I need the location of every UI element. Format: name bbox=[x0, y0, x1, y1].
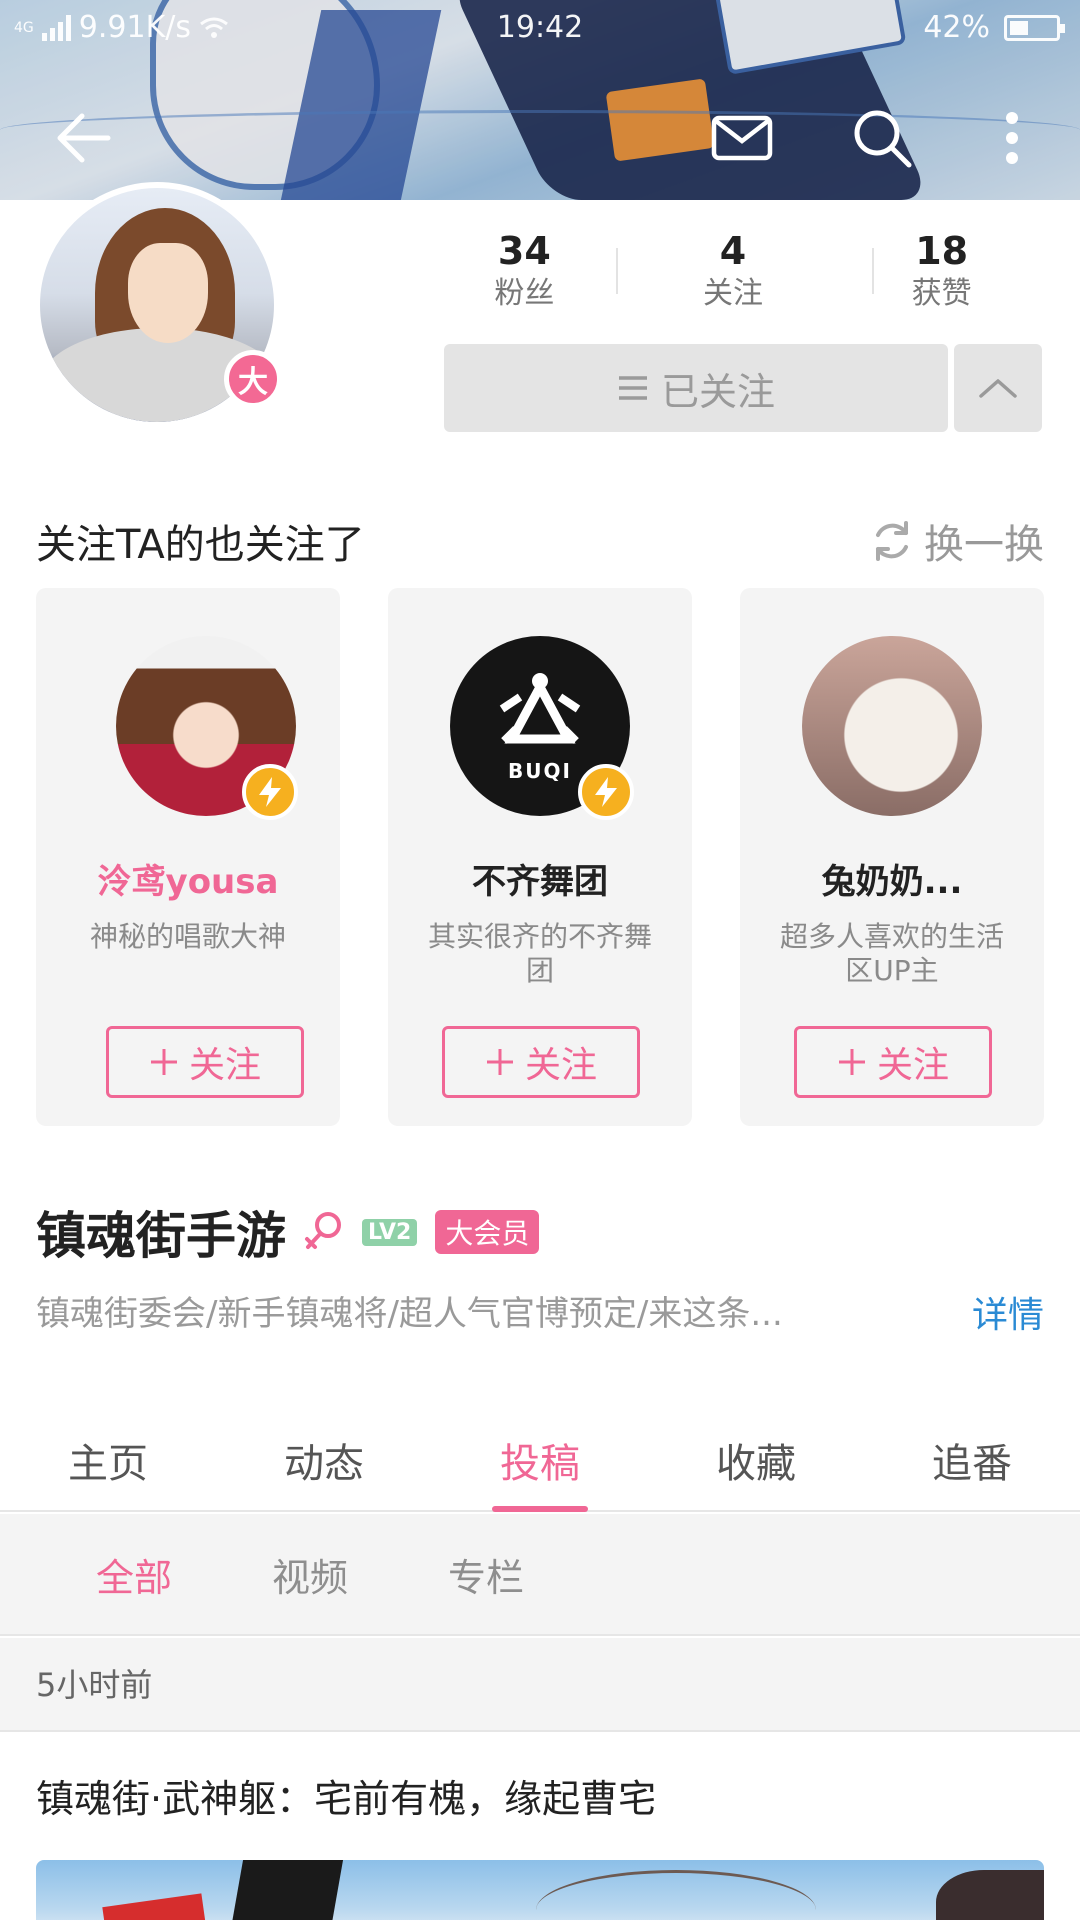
more-vertical-icon bbox=[1006, 112, 1018, 164]
stat-fans[interactable]: 34 粉丝 bbox=[420, 228, 629, 324]
profile-tabs: 主页 动态 投稿 收藏 追番 bbox=[0, 1416, 1080, 1512]
plus-icon bbox=[838, 1049, 865, 1075]
vip-avatar-badge: 大 bbox=[224, 350, 282, 408]
battery-percent: 42% bbox=[923, 10, 990, 45]
profile-avatar[interactable]: 大 bbox=[34, 182, 282, 428]
stat-likes[interactable]: 18 获赞 bbox=[837, 228, 1046, 324]
recommend-avatar[interactable] bbox=[802, 636, 982, 816]
tab-bangumi[interactable]: 追番 bbox=[864, 1416, 1080, 1510]
follow-add-label: 关注 bbox=[876, 1045, 949, 1086]
recommend-desc: 其实很齐的不齐舞团 bbox=[428, 920, 653, 987]
recommend-card[interactable]: BUQI 不齐舞团 其实很齐的不齐舞团 关注 bbox=[388, 588, 692, 1126]
recommend-card[interactable]: 兔奶奶... 超多人喜欢的生活区UP主 关注 bbox=[740, 588, 1044, 1126]
stat-label: 粉丝 bbox=[494, 276, 555, 311]
follow-add-button[interactable]: 关注 bbox=[442, 1026, 640, 1098]
status-bar: 4G 9.91K/s 19:42 42% bbox=[0, 0, 1080, 56]
channel-name-row: 镇魂街手游 LV2 大会员 bbox=[36, 1196, 540, 1268]
profile-stats: 34 粉丝 4 关注 18 获赞 bbox=[420, 228, 1046, 324]
buqi-logo-icon bbox=[499, 673, 581, 744]
followed-button[interactable]: 已关注 bbox=[444, 344, 948, 432]
post-title[interactable]: 镇魂街·武神躯：宅前有槐，缘起曹宅 bbox=[36, 1768, 656, 1823]
battery-icon bbox=[1004, 14, 1065, 41]
refresh-label: 换一换 bbox=[924, 522, 1044, 568]
submission-filter: 全部 视频 专栏 bbox=[0, 1514, 1080, 1636]
recommend-cards: 泠鸢yousa 神秘的唱歌大神 关注 BUQI 不齐舞团 其实很齐的不齐舞团 关… bbox=[36, 588, 1044, 1126]
verified-bolt-icon bbox=[578, 764, 634, 820]
plus-icon bbox=[150, 1049, 177, 1075]
post-time: 5小时前 bbox=[0, 1638, 1080, 1732]
collapse-recommend-button[interactable] bbox=[954, 344, 1042, 432]
tab-submissions[interactable]: 投稿 bbox=[432, 1416, 648, 1512]
mail-icon bbox=[711, 115, 773, 161]
level-badge: LV2 bbox=[362, 1218, 418, 1246]
message-button[interactable] bbox=[700, 96, 784, 180]
stat-label: 关注 bbox=[703, 276, 763, 311]
follow-add-button[interactable]: 关注 bbox=[106, 1026, 304, 1098]
recommend-desc: 超多人喜欢的生活区UP主 bbox=[780, 920, 1005, 987]
back-arrow-icon bbox=[57, 113, 111, 163]
back-button[interactable] bbox=[42, 96, 126, 180]
follow-add-label: 关注 bbox=[188, 1045, 261, 1086]
channel-bio: 镇魂街委会/新手镇魂将/超人气官博预定/来这条... bbox=[36, 1294, 783, 1334]
subtab-all[interactable]: 全部 bbox=[96, 1547, 172, 1602]
stat-label: 获赞 bbox=[911, 276, 972, 311]
follow-add-label: 关注 bbox=[524, 1045, 597, 1086]
stat-following[interactable]: 4 关注 bbox=[629, 228, 838, 324]
recommend-title: 关注TA的也关注了 bbox=[36, 522, 365, 568]
verified-bolt-icon bbox=[242, 764, 298, 820]
recommend-desc: 神秘的唱歌大神 bbox=[89, 920, 286, 953]
vip-badge: 大会员 bbox=[435, 1210, 540, 1254]
follow-add-button[interactable]: 关注 bbox=[794, 1026, 992, 1098]
top-nav bbox=[0, 96, 1080, 180]
chevron-up-icon bbox=[979, 379, 1017, 398]
post-thumbnail[interactable] bbox=[36, 1860, 1044, 1920]
followed-button-label: 已关注 bbox=[660, 369, 775, 414]
plus-icon bbox=[486, 1049, 513, 1075]
stat-value: 34 bbox=[497, 229, 551, 273]
menu-lines-icon bbox=[618, 376, 647, 400]
recommend-card[interactable]: 泠鸢yousa 神秘的唱歌大神 关注 bbox=[36, 588, 340, 1126]
stat-divider bbox=[872, 248, 874, 294]
recommend-name[interactable]: 泠鸢yousa bbox=[36, 854, 340, 903]
tab-dynamic[interactable]: 动态 bbox=[216, 1416, 432, 1510]
stat-divider bbox=[616, 248, 618, 294]
subtab-video[interactable]: 视频 bbox=[272, 1547, 348, 1602]
stat-value: 18 bbox=[915, 229, 969, 273]
female-gender-icon bbox=[305, 1212, 341, 1249]
stat-value: 4 bbox=[719, 229, 747, 273]
refresh-icon bbox=[876, 521, 908, 561]
search-button[interactable] bbox=[840, 96, 924, 180]
more-button[interactable] bbox=[970, 96, 1054, 180]
subtab-column[interactable]: 专栏 bbox=[448, 1547, 524, 1602]
recommend-name[interactable]: 不齐舞团 bbox=[388, 854, 692, 903]
detail-link[interactable]: 详情 bbox=[972, 1286, 1044, 1338]
tab-favorites[interactable]: 收藏 bbox=[648, 1416, 864, 1510]
clock: 19:42 bbox=[496, 10, 584, 45]
recommend-name[interactable]: 兔奶奶... bbox=[740, 854, 1044, 903]
search-icon bbox=[854, 110, 912, 168]
buqi-logo-text: BUQI bbox=[508, 759, 572, 783]
tab-home[interactable]: 主页 bbox=[0, 1416, 216, 1510]
refresh-button[interactable]: 换一换 bbox=[870, 512, 1044, 570]
channel-name: 镇魂街手游 bbox=[36, 1207, 286, 1265]
